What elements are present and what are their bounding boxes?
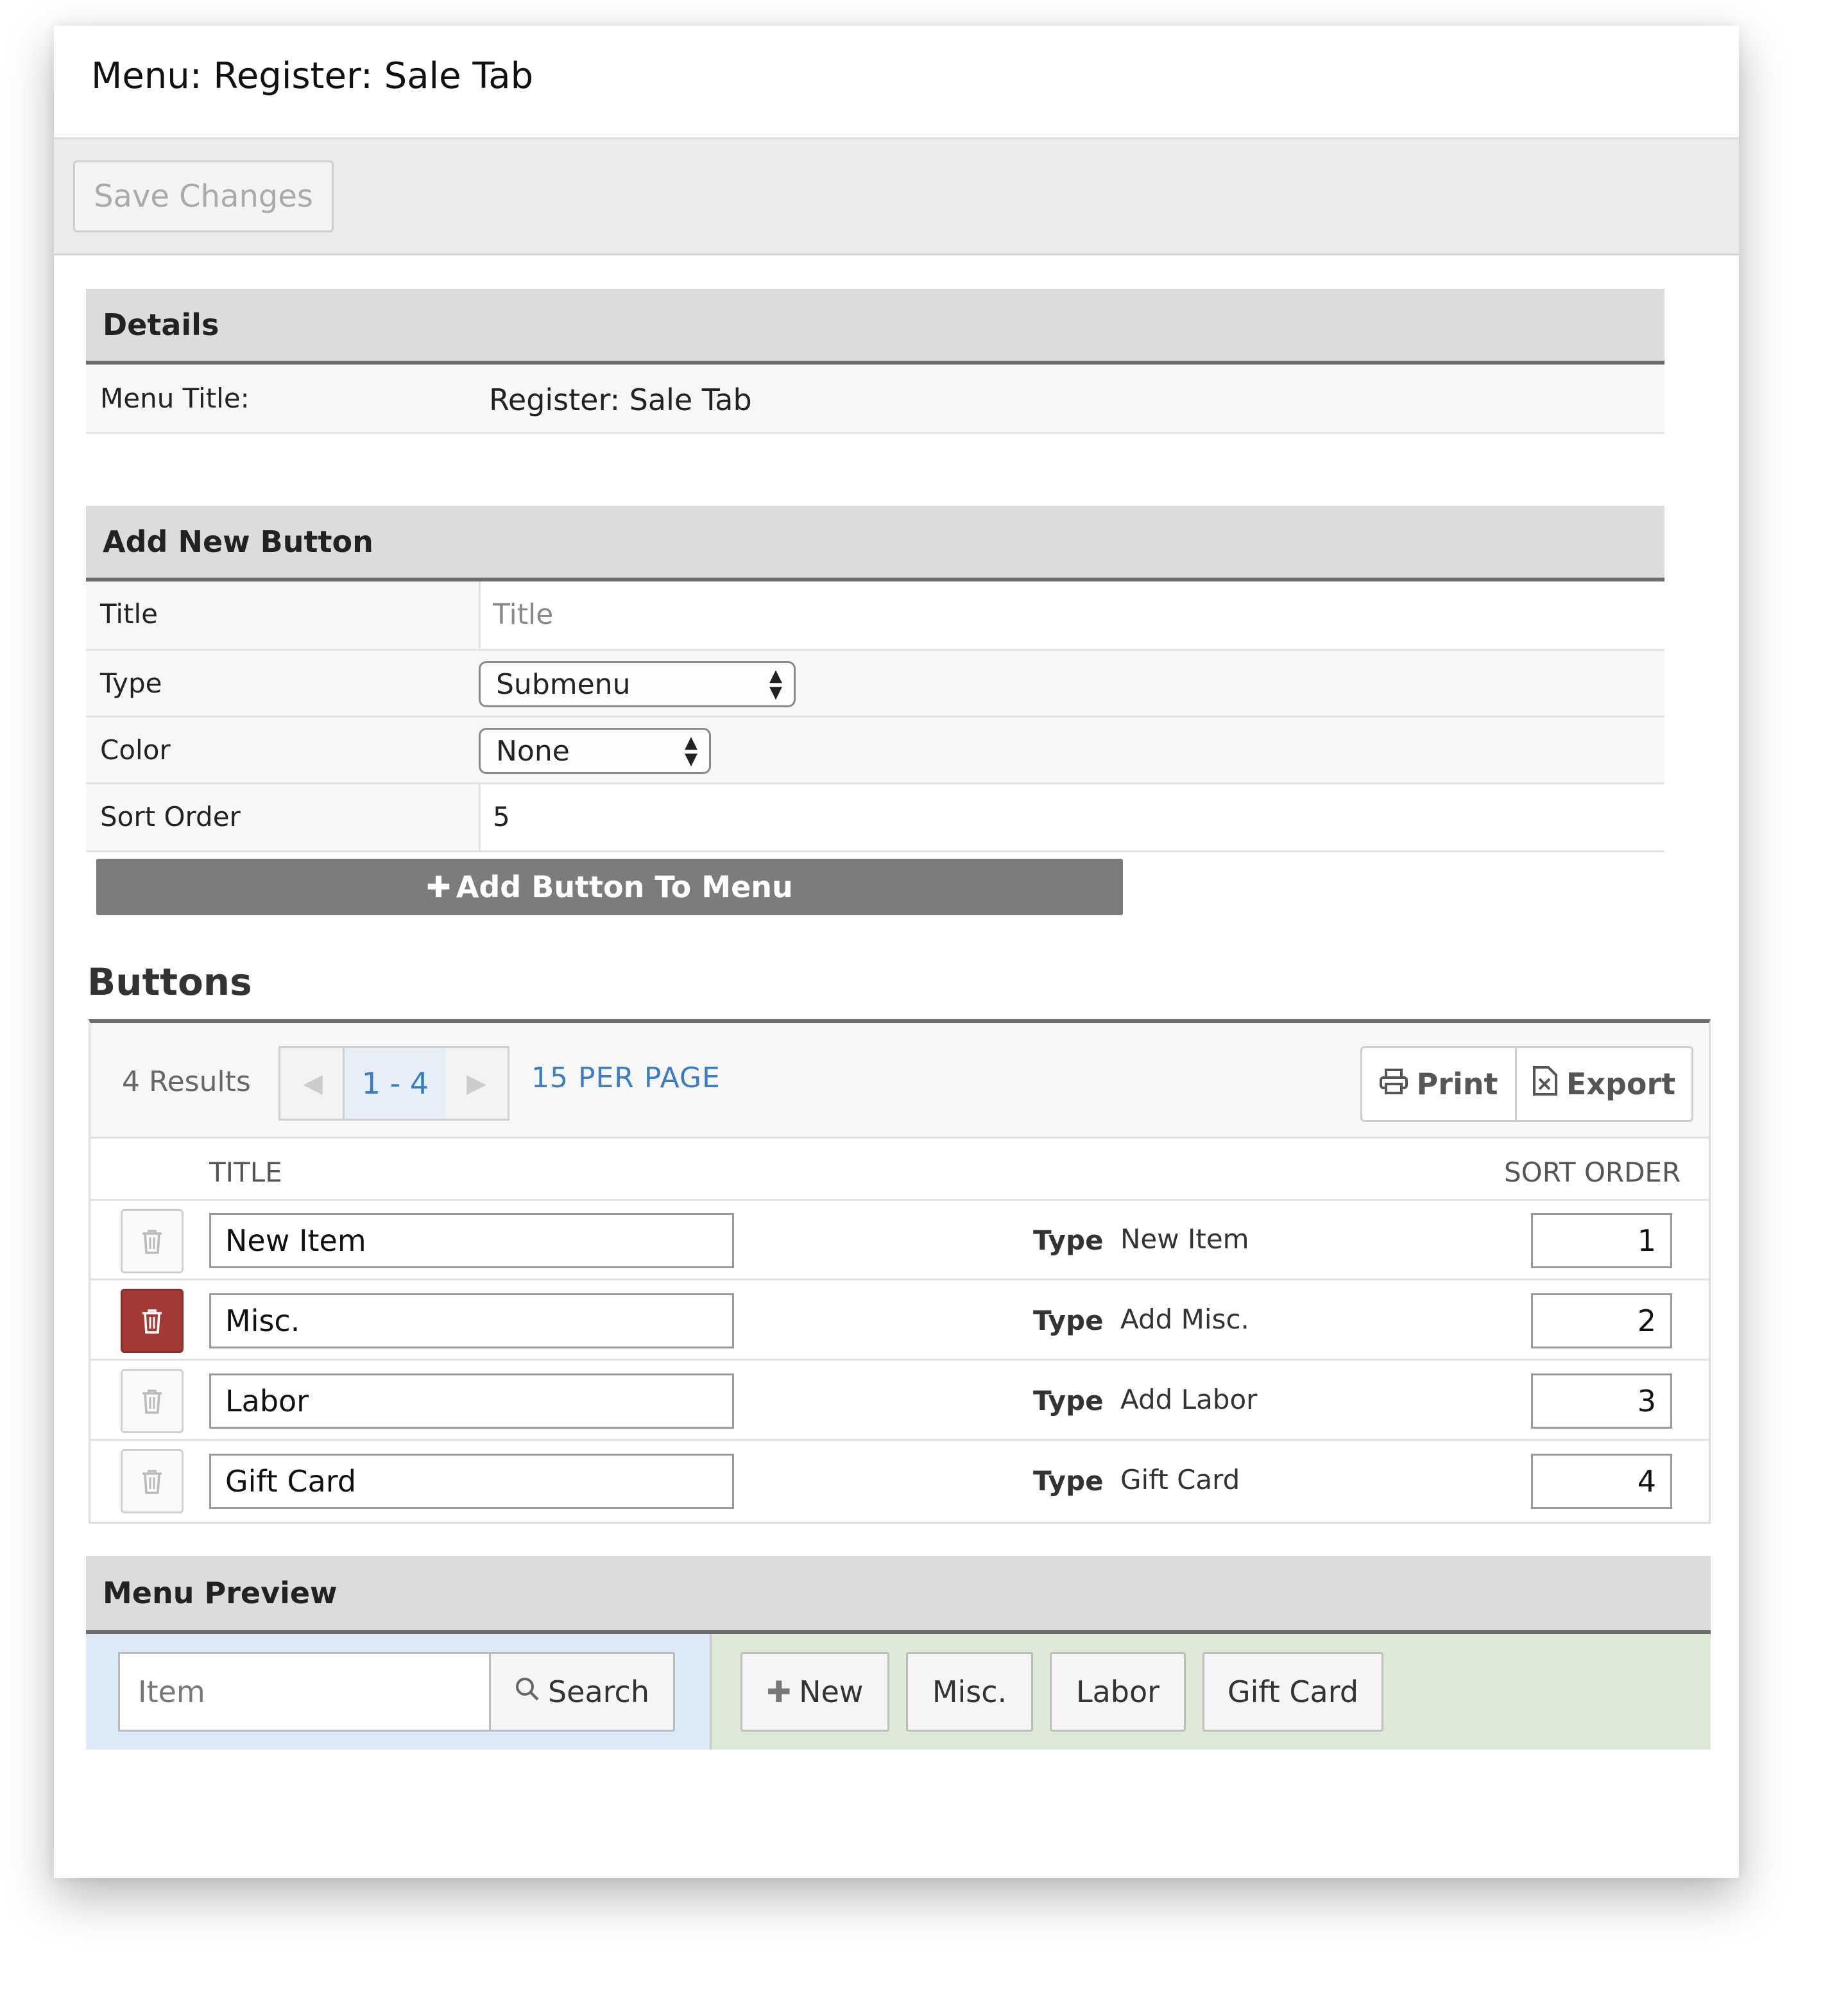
preview-item-input[interactable]: Item [118,1652,492,1732]
chevron-right-icon: ▶ [466,1069,486,1098]
trash-icon [142,1230,162,1254]
row-type-label: Type [1033,1305,1104,1336]
preview-new-button[interactable]: ✚ New [740,1652,889,1732]
delete-button[interactable] [121,1449,184,1513]
form-row-type [86,651,1664,718]
menu-title-value: Register: Sale Tab [489,383,752,417]
row-title-input[interactable]: Labor [209,1373,734,1429]
preview-search-button[interactable]: Search [489,1652,675,1732]
column-title-header: TITLE [209,1157,282,1188]
add-button-label: Add Button To Menu [456,870,793,904]
search-icon [515,1674,540,1709]
row-type-label: Type [1033,1385,1104,1416]
row-type-value: New Item [1120,1223,1249,1255]
select-arrows-icon: ▲ ▼ [685,733,697,769]
prev-page-button[interactable]: ◀ [278,1046,345,1121]
row-type-value: Gift Card [1120,1464,1240,1495]
color-select-value: None [496,734,570,768]
save-changes-button[interactable]: Save Changes [73,160,334,232]
chevron-left-icon: ◀ [303,1069,323,1098]
sort-field-cell [479,784,1664,852]
delete-button[interactable] [121,1289,184,1353]
type-label: Type [100,667,162,699]
title-input[interactable]: Title [493,598,553,631]
column-sort-order-header: SORT ORDER [1504,1157,1681,1188]
print-button[interactable]: Print [1360,1046,1517,1122]
preview-labor-button[interactable]: Labor [1050,1652,1186,1732]
printer-icon [1379,1067,1408,1101]
add-new-button-heading: Add New Button [86,506,1664,581]
row-sort-input[interactable]: 3 [1531,1373,1672,1429]
print-label: Print [1416,1067,1498,1101]
title-label: Title [100,598,158,630]
row-title-input[interactable]: Gift Card [209,1454,734,1509]
details-heading: Details [86,289,1664,365]
sort-order-label: Sort Order [100,801,241,832]
title-field-cell [479,581,1664,651]
type-select-value: Submenu [496,667,631,701]
add-button-to-menu-button[interactable]: ✚ Add Button To Menu [96,859,1123,915]
next-page-button[interactable]: ▶ [445,1046,509,1121]
delete-button[interactable] [121,1209,184,1273]
menu-preview-heading: Menu Preview [86,1556,1711,1634]
form-row-color [86,718,1664,784]
trash-icon [142,1390,162,1414]
color-select[interactable]: None ▲ ▼ [479,728,711,774]
export-label: Export [1566,1067,1676,1101]
results-count: 4 Results [122,1065,251,1098]
row-type-value: Add Labor [1120,1384,1258,1415]
row-sort-input[interactable]: 1 [1531,1213,1672,1268]
color-label: Color [100,734,171,766]
excel-file-icon [1532,1065,1557,1103]
menu-title-label: Menu Title: [100,383,250,414]
details-row [86,365,1664,434]
per-page-selector[interactable]: 15 PER PAGE [531,1062,721,1094]
row-type-label: Type [1033,1225,1104,1256]
delete-button[interactable] [121,1369,184,1433]
page-title: Menu: Register: Sale Tab [91,55,534,97]
row-sort-input[interactable]: 4 [1531,1454,1672,1509]
preview-misc-button[interactable]: Misc. [906,1652,1033,1732]
plus-icon: ✚ [426,870,451,904]
type-select[interactable]: Submenu ▲ ▼ [479,661,796,707]
row-sort-input[interactable]: 2 [1531,1293,1672,1348]
buttons-heading: Buttons [87,960,252,1004]
select-arrows-icon: ▲ ▼ [769,666,782,702]
trash-icon [142,1309,162,1334]
preview-gift-card-button[interactable]: Gift Card [1202,1652,1383,1732]
row-title-input[interactable]: New Item [209,1213,734,1268]
export-button[interactable]: Export [1515,1046,1693,1122]
plus-icon: ✚ [766,1674,792,1709]
trash-icon [142,1470,162,1494]
row-title-input[interactable]: Misc. [209,1293,734,1348]
search-label: Search [547,1674,650,1709]
row-type-label: Type [1033,1465,1104,1497]
preview-new-label: New [799,1674,864,1709]
row-type-value: Add Misc. [1120,1304,1249,1335]
sort-order-input[interactable]: 5 [493,801,510,832]
page-range: 1 - 4 [343,1046,448,1121]
